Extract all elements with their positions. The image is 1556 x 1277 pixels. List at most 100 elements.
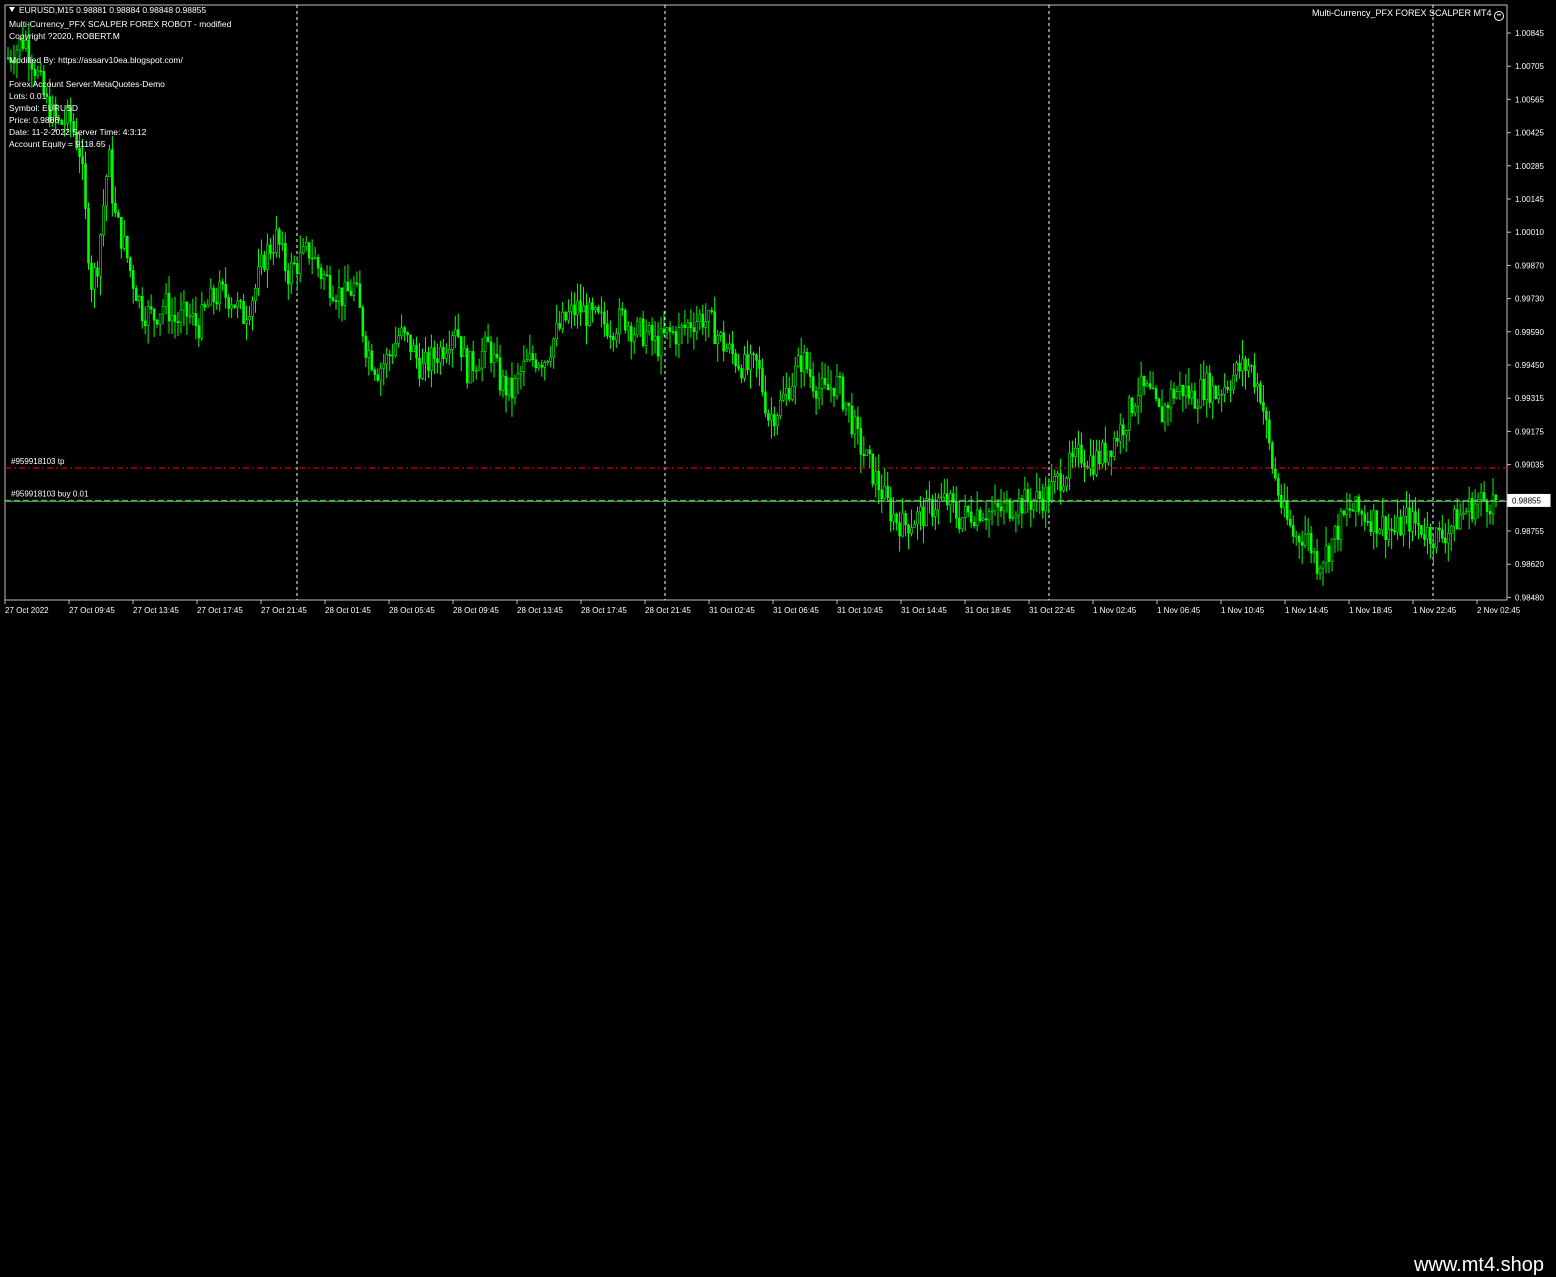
candle-body xyxy=(653,335,657,341)
price-tick-label: 1.00285 xyxy=(1515,162,1544,171)
candle-body xyxy=(844,402,848,410)
candle-body xyxy=(767,412,770,421)
candle-body xyxy=(233,304,236,308)
candle-body xyxy=(662,328,666,334)
candle-body xyxy=(719,332,722,336)
candle-body xyxy=(164,292,168,307)
candle-body xyxy=(251,300,254,317)
candle-body xyxy=(707,310,711,322)
buy-order-label: #959918103 buy 0.01 xyxy=(11,489,89,498)
candle-body xyxy=(591,302,594,311)
candle-body xyxy=(519,371,523,375)
time-tick-label: 27 Oct 17:45 xyxy=(197,606,243,615)
candle-body xyxy=(913,523,916,528)
time-tick-label: 28 Oct 13:45 xyxy=(517,606,563,615)
candle-body xyxy=(412,344,415,352)
candle-body xyxy=(975,509,979,527)
candle-body xyxy=(829,387,833,391)
candle-body xyxy=(1008,499,1012,519)
candle-body xyxy=(400,327,403,337)
candle-body xyxy=(1238,362,1241,372)
candle-body xyxy=(946,493,949,506)
candle-body xyxy=(489,341,493,364)
candle-body xyxy=(951,493,955,503)
candle-body xyxy=(1166,405,1170,409)
candle-body xyxy=(698,313,702,323)
candle-body xyxy=(606,323,609,337)
candle-body xyxy=(197,325,201,339)
candle-body xyxy=(647,324,651,333)
candle-body xyxy=(1217,394,1220,399)
candle-body xyxy=(507,377,511,396)
candle-body xyxy=(629,325,633,342)
candle-body xyxy=(1175,391,1179,399)
candle-body xyxy=(949,493,952,506)
candle-body xyxy=(200,304,204,339)
candle-body xyxy=(1494,494,1498,501)
candle-body xyxy=(1300,541,1304,546)
candle-body xyxy=(943,493,946,498)
candle-body xyxy=(868,449,872,455)
candle-body xyxy=(406,332,409,336)
candle-body xyxy=(161,305,165,315)
price-chart[interactable]: 1.00845 1.00705 1.00565 1.00425 1.00285 1.001… xyxy=(0,0,1556,625)
time-tick-label: 1 Nov 10:45 xyxy=(1221,606,1265,615)
candle-body xyxy=(203,304,207,308)
candle-body xyxy=(125,236,129,258)
time-tick-label: 31 Oct 22:45 xyxy=(1029,606,1075,615)
candle-body xyxy=(969,511,973,523)
candle-body xyxy=(549,356,553,362)
candle-body xyxy=(81,156,84,165)
candle-body xyxy=(1142,375,1146,387)
candle-body xyxy=(999,506,1003,512)
candle-body xyxy=(1205,372,1209,400)
candle-body xyxy=(1074,448,1077,457)
candle-body xyxy=(683,325,687,328)
candle-body xyxy=(1163,405,1167,423)
smiley-face-icon[interactable]: •• xyxy=(1494,11,1504,21)
chart-area[interactable]: 1.00845 1.00705 1.00565 1.00425 1.00285 1.001… xyxy=(0,0,1556,625)
time-tick-label: 28 Oct 09:45 xyxy=(453,606,499,615)
candle-body xyxy=(814,390,818,399)
candle-body xyxy=(131,270,135,289)
price-tick-label: 0.99730 xyxy=(1515,295,1544,304)
candle-body xyxy=(1193,390,1197,409)
candle-body xyxy=(537,364,541,369)
candle-body xyxy=(1157,398,1161,408)
candle-body xyxy=(534,359,538,369)
candle-body xyxy=(224,284,227,298)
candle-body xyxy=(1235,362,1238,376)
candle-body xyxy=(1038,491,1042,500)
candle-body xyxy=(355,282,359,285)
candle-body xyxy=(111,149,114,204)
candle-body xyxy=(143,320,147,327)
chart-menu-triangle-icon[interactable] xyxy=(9,7,15,12)
candle-body xyxy=(295,263,299,275)
time-tick-label: 1 Nov 02:45 xyxy=(1093,606,1137,615)
candle-body xyxy=(236,300,239,308)
candle-body xyxy=(668,327,672,332)
candle-body xyxy=(1130,397,1134,414)
candle-body xyxy=(1107,450,1110,463)
candle-body xyxy=(1172,388,1176,399)
candle-body xyxy=(495,353,499,359)
candle-body xyxy=(623,309,627,331)
candle-body xyxy=(328,275,332,298)
server-text: Forex Account Server:MetaQuotes-Demo xyxy=(9,79,165,89)
candle-body xyxy=(1441,529,1444,539)
candle-body xyxy=(403,327,406,333)
candle-body xyxy=(990,510,994,513)
candle-body xyxy=(173,314,177,322)
candle-body xyxy=(260,254,263,268)
candle-body xyxy=(680,325,684,328)
candle-body xyxy=(445,352,448,359)
candle-body xyxy=(978,509,982,521)
candle-body xyxy=(638,318,642,322)
candle-body xyxy=(227,297,230,309)
time-tick-label: 27 Oct 09:45 xyxy=(69,606,115,615)
candle-body xyxy=(761,368,764,393)
candle-body xyxy=(722,332,725,352)
candle-body xyxy=(1438,527,1441,531)
candle-body xyxy=(516,373,520,380)
candle-body xyxy=(817,387,821,399)
